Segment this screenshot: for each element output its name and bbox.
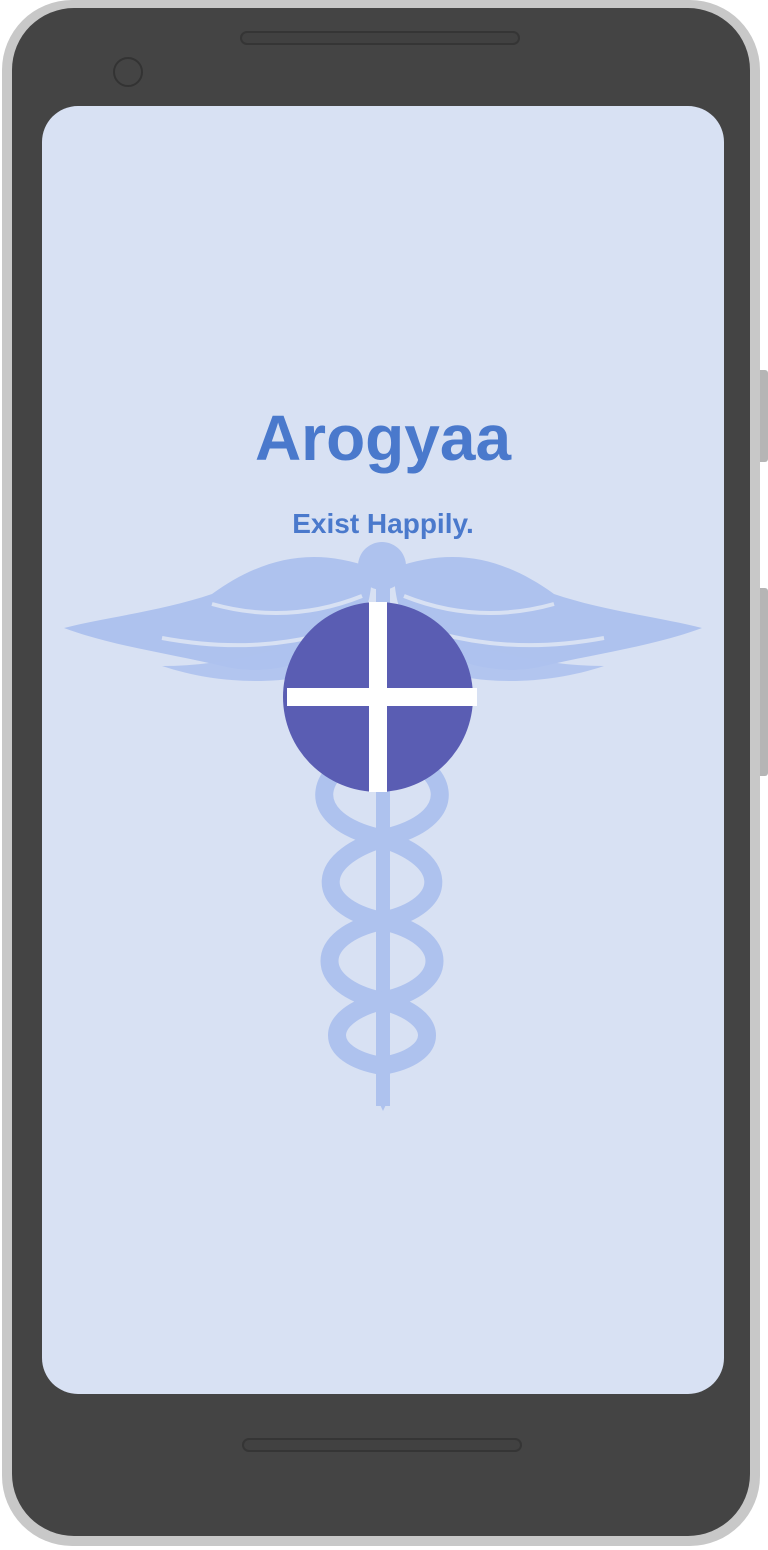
- app-title: Arogyaa: [254, 402, 512, 474]
- front-camera-icon: [113, 57, 143, 87]
- app-tagline: Exist Happily.: [292, 508, 474, 539]
- caduceus-icon: [64, 542, 702, 1111]
- top-speaker: [240, 31, 520, 45]
- volume-button: [760, 370, 768, 462]
- power-button: [760, 588, 768, 776]
- bottom-speaker: [242, 1438, 522, 1452]
- splash-screen: Arogyaa Exist Happily.: [42, 106, 724, 1394]
